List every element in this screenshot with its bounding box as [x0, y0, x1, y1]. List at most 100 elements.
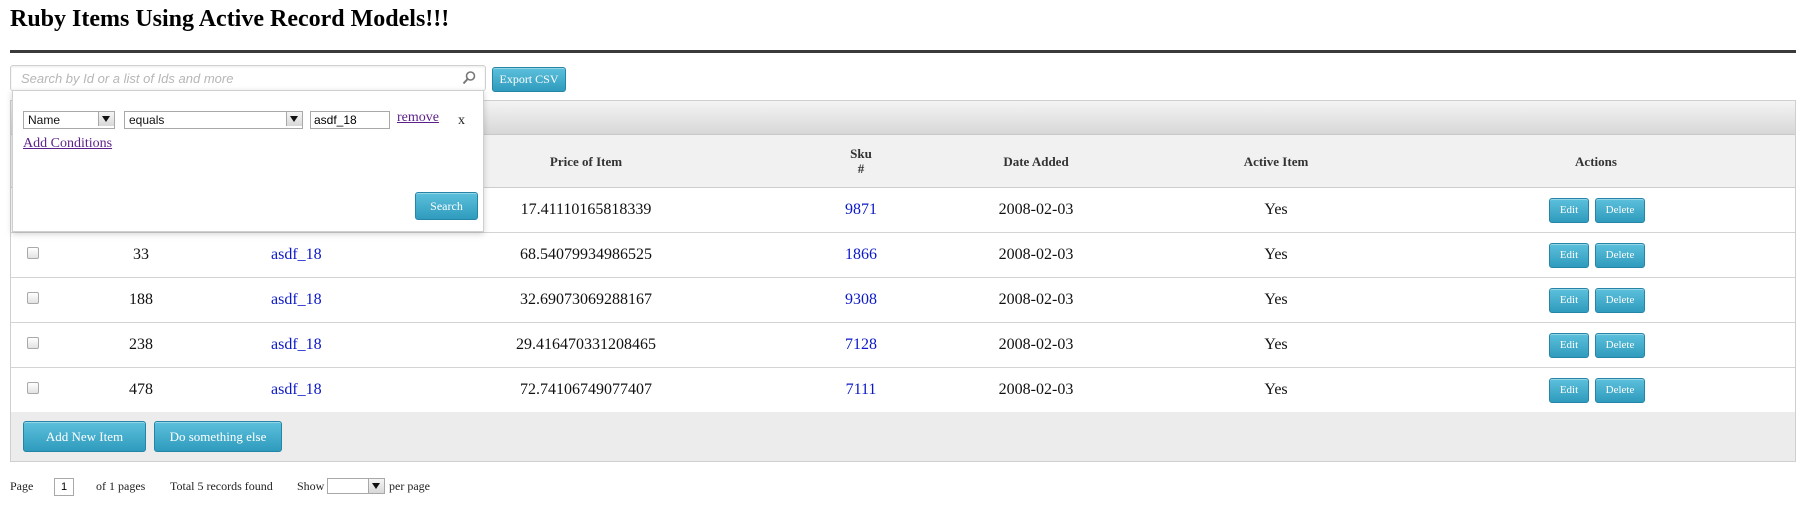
cell-name: asdf_18 [251, 278, 391, 322]
edit-button[interactable]: Edit [1549, 198, 1589, 223]
cell-name: asdf_18 [251, 323, 391, 367]
chevron-down-icon [98, 112, 114, 126]
cell-active: Yes [1201, 233, 1351, 277]
cell-price-text: 17.41110165818339 [520, 201, 652, 218]
page-number-input[interactable] [54, 478, 74, 496]
sku-link[interactable]: 9871 [845, 201, 877, 219]
pager-records-found: Total 5 records found [170, 479, 273, 493]
filter-operator-value: equals [129, 113, 165, 127]
column-header-date[interactable]: Date Added [971, 135, 1101, 187]
cell-price-text: 29.416470331208465 [516, 336, 656, 353]
table-row: 33 asdf_18 68.54079934986525 1866 2008-02-03… [11, 233, 1795, 278]
row-checkbox[interactable] [27, 337, 39, 349]
cell-sku: 1866 [831, 233, 891, 277]
sku-link[interactable]: 9308 [845, 291, 877, 309]
cell-active: Yes [1201, 368, 1351, 412]
delete-button[interactable]: Delete [1595, 243, 1645, 268]
sku-link[interactable]: 1866 [845, 246, 877, 264]
search-icon[interactable] [461, 70, 477, 86]
cell-date-text: 2008-02-03 [998, 336, 1074, 353]
cell-id-text: 478 [129, 381, 153, 398]
search-input[interactable] [11, 66, 461, 90]
cell-name: asdf_18 [251, 233, 391, 277]
cell-active: Yes [1201, 323, 1351, 367]
edit-button[interactable]: Edit [1549, 288, 1589, 313]
item-name-link[interactable]: asdf_18 [271, 246, 322, 264]
table-row: 478 asdf_18 72.74106749077407 7111 2008-02-0… [11, 368, 1795, 413]
column-header-active[interactable]: Active Item [1201, 135, 1351, 187]
edit-button[interactable]: Edit [1549, 243, 1589, 268]
add-conditions-link[interactable]: Add Conditions [23, 136, 112, 152]
cell-price: 17.41110165818339 [451, 188, 721, 232]
pager-page-label: Page [10, 479, 34, 493]
cell-sku: 7128 [831, 323, 891, 367]
column-header-sku-line2: # [857, 161, 865, 176]
search-button[interactable]: Search [415, 192, 478, 220]
item-name-link[interactable]: asdf_18 [271, 291, 322, 309]
table-row: 238 asdf_18 29.416470331208465 7128 2008-02-… [11, 323, 1795, 368]
cell-sku: 9871 [831, 188, 891, 232]
column-header-sku[interactable]: Sku # [831, 135, 891, 187]
item-name-link[interactable]: asdf_18 [271, 381, 322, 399]
column-header-price[interactable]: Price of Item [451, 135, 721, 187]
row-checkbox[interactable] [27, 382, 39, 394]
cell-active-text: Yes [1264, 291, 1288, 308]
cell-id: 33 [91, 233, 191, 277]
pagination-bar: Page of 1 pages Total 5 records found Sh… [10, 478, 610, 501]
filter-field-value: Name [28, 113, 61, 127]
cell-price: 68.54079934986525 [451, 233, 721, 277]
filter-field-select[interactable]: Name [23, 111, 115, 129]
cell-name: asdf_18 [251, 368, 391, 412]
pager-show-label: Show [297, 479, 325, 493]
add-new-item-button[interactable]: Add New Item [23, 421, 146, 452]
cell-date: 2008-02-03 [971, 233, 1101, 277]
cell-active-text: Yes [1264, 201, 1288, 218]
cell-id-text: 33 [133, 246, 149, 263]
page-title: Ruby Items Using Active Record Models!!! [10, 6, 450, 32]
cell-active: Yes [1201, 278, 1351, 322]
cell-date-text: 2008-02-03 [998, 246, 1074, 263]
cell-date: 2008-02-03 [971, 278, 1101, 322]
per-page-select[interactable] [327, 478, 385, 494]
row-checkbox[interactable] [27, 247, 39, 259]
cell-id-text: 188 [129, 291, 153, 308]
delete-button[interactable]: Delete [1595, 288, 1645, 313]
chevron-down-icon [286, 112, 302, 126]
cell-price-text: 68.54079934986525 [520, 246, 652, 263]
pager-of-pages: of 1 pages [96, 479, 146, 493]
grid-footer: Add New Item Do something else [11, 412, 1795, 461]
cell-price-text: 32.69073069288167 [520, 291, 652, 308]
cell-price: 29.416470331208465 [451, 323, 721, 367]
sku-link[interactable]: 7128 [845, 336, 877, 354]
cell-id-text: 238 [129, 336, 153, 353]
export-csv-button[interactable]: Export CSV [492, 67, 566, 92]
close-filter-button[interactable]: x [458, 113, 465, 129]
cell-date-text: 2008-02-03 [998, 291, 1074, 308]
row-checkbox[interactable] [27, 292, 39, 304]
cell-id: 188 [91, 278, 191, 322]
chevron-down-icon [368, 479, 384, 493]
cell-active-text: Yes [1264, 336, 1288, 353]
do-something-else-button[interactable]: Do something else [154, 421, 282, 452]
remove-condition-link[interactable]: remove [397, 110, 439, 126]
cell-price: 72.74106749077407 [451, 368, 721, 412]
edit-button[interactable]: Edit [1549, 378, 1589, 403]
cell-sku: 7111 [831, 368, 891, 412]
delete-button[interactable]: Delete [1595, 198, 1645, 223]
filter-value-input[interactable] [310, 111, 390, 129]
item-name-link[interactable]: asdf_18 [271, 336, 322, 354]
cell-active-text: Yes [1264, 246, 1288, 263]
cell-date-text: 2008-02-03 [998, 381, 1074, 398]
cell-date: 2008-02-03 [971, 188, 1101, 232]
search-box [10, 65, 486, 91]
delete-button[interactable]: Delete [1595, 378, 1645, 403]
cell-id: 238 [91, 323, 191, 367]
edit-button[interactable]: Edit [1549, 333, 1589, 358]
table-row: 188 asdf_18 32.69073069288167 9308 2008-02-0… [11, 278, 1795, 323]
cell-price-text: 72.74106749077407 [520, 381, 652, 398]
column-header-sku-line1: Sku [850, 146, 872, 161]
filter-operator-select[interactable]: equals [124, 111, 303, 129]
sku-link[interactable]: 7111 [846, 381, 877, 399]
cell-date: 2008-02-03 [971, 323, 1101, 367]
delete-button[interactable]: Delete [1595, 333, 1645, 358]
